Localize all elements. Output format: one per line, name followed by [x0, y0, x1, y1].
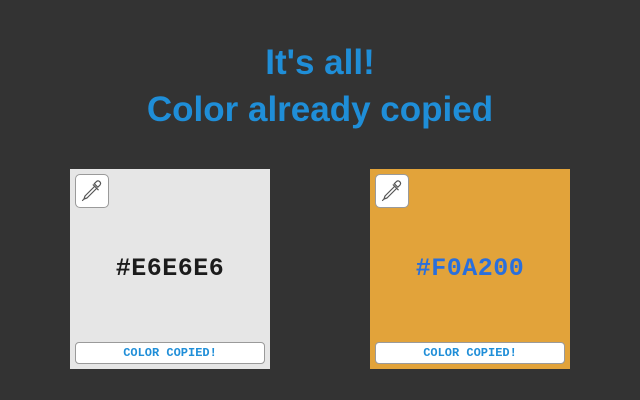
- eyedropper-button[interactable]: [375, 174, 409, 208]
- eyedropper-icon: [81, 180, 102, 202]
- color-copied-button[interactable]: COLOR COPIED!: [375, 342, 565, 364]
- color-card-light-gray: #E6E6E6 COLOR COPIED!: [70, 169, 270, 369]
- color-copied-button[interactable]: COLOR COPIED!: [75, 342, 265, 364]
- hex-value: #E6E6E6: [115, 254, 225, 283]
- eyedropper-button[interactable]: [75, 174, 109, 208]
- hex-value: #F0A200: [415, 254, 525, 283]
- screen: It's all! Color already copied #E6E6E6 C…: [0, 0, 640, 400]
- headline-line-2: Color already copied: [146, 90, 494, 129]
- color-card-orange: #F0A200 COLOR COPIED!: [370, 169, 570, 369]
- eyedropper-icon: [381, 180, 402, 202]
- headline-line-1: It's all!: [265, 43, 375, 82]
